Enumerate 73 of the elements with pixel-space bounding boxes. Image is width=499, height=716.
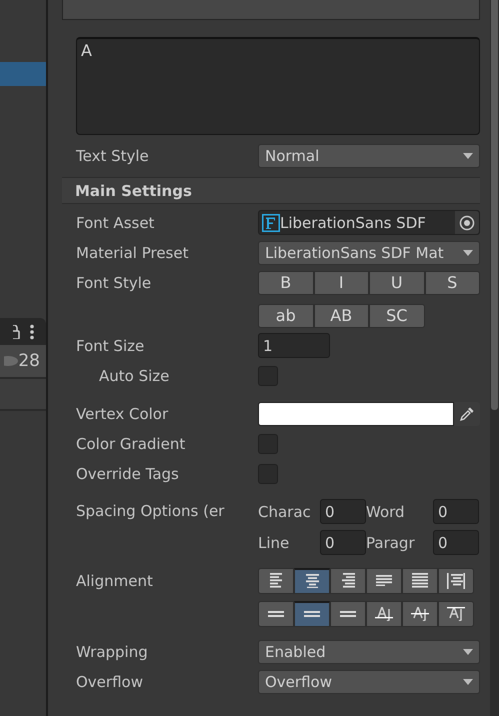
font-style-toggle[interactable]: AB bbox=[314, 304, 369, 328]
field-label: Vertex Color bbox=[76, 404, 170, 422]
alignment-toggle[interactable] bbox=[258, 600, 294, 626]
number-field[interactable]: 0 bbox=[320, 530, 366, 555]
field-label: Font Style bbox=[76, 274, 152, 292]
right-align-icon bbox=[342, 573, 354, 588]
scrollbar-thumb[interactable] bbox=[491, 0, 498, 410]
menu-icon bbox=[30, 324, 34, 340]
field-label: Material Preset bbox=[76, 244, 190, 262]
field-label: Text Style bbox=[76, 146, 150, 164]
alignment-toggle[interactable] bbox=[366, 600, 402, 626]
font-style-toggle[interactable]: B bbox=[258, 270, 314, 294]
field-label: Paragr bbox=[366, 534, 416, 552]
eyedropper-button[interactable] bbox=[454, 402, 480, 426]
alignment-toggle[interactable] bbox=[258, 568, 294, 594]
alignment-toggle[interactable] bbox=[330, 600, 366, 626]
checkbox[interactable] bbox=[258, 464, 278, 484]
font-style-toggle[interactable]: U bbox=[369, 270, 424, 294]
bottom-align-icon bbox=[340, 610, 356, 616]
dropdown[interactable]: LiberationSans SDF Mat bbox=[258, 240, 480, 264]
center-align-icon bbox=[306, 574, 318, 588]
justified-align-icon bbox=[376, 574, 392, 586]
lock-icon bbox=[13, 324, 20, 338]
alignment-toggle[interactable] bbox=[402, 568, 438, 594]
field-label: Font Asset bbox=[76, 214, 156, 232]
field-label: Line bbox=[258, 534, 290, 552]
top-align-icon bbox=[268, 610, 284, 616]
number-field[interactable]: 0 bbox=[433, 530, 479, 555]
middle-align-icon bbox=[304, 611, 320, 617]
field-label: Overflow bbox=[76, 672, 144, 690]
checkbox[interactable] bbox=[258, 434, 278, 454]
font-style-toggle[interactable]: S bbox=[424, 270, 480, 294]
visible-count: 28 bbox=[18, 351, 40, 371]
eyedropper-icon bbox=[460, 406, 474, 420]
field-label: Color Gradient bbox=[76, 434, 186, 452]
section-header: Main Settings bbox=[62, 177, 480, 204]
left-align-icon bbox=[270, 573, 282, 588]
number-field[interactable]: 0 bbox=[320, 499, 366, 524]
dropdown[interactable]: Normal bbox=[258, 144, 480, 168]
alignment-toggle[interactable] bbox=[438, 568, 474, 594]
midline-align-icon bbox=[411, 606, 429, 620]
baseline-align-icon bbox=[375, 606, 393, 620]
font-style-toggle[interactable]: SC bbox=[369, 304, 424, 328]
dropdown[interactable]: Enabled bbox=[258, 640, 480, 664]
alignment-toggle[interactable] bbox=[294, 600, 330, 626]
checkbox[interactable] bbox=[258, 366, 278, 386]
field-label: Word bbox=[366, 502, 406, 520]
alignment-toggle[interactable] bbox=[402, 600, 438, 626]
field-label: Font Size bbox=[76, 336, 146, 354]
font-asset-icon bbox=[262, 214, 280, 232]
field-label: Charac bbox=[258, 502, 312, 520]
number-field[interactable]: 1 bbox=[258, 333, 330, 358]
field-label: Spacing Options (er bbox=[76, 502, 226, 520]
field-label: Auto Size bbox=[98, 366, 170, 384]
number-field[interactable]: 0 bbox=[433, 499, 479, 524]
alignment-toggle[interactable] bbox=[330, 568, 366, 594]
geometry-align-icon bbox=[447, 572, 465, 588]
object-field[interactable]: LiberationSans SDF bbox=[258, 210, 480, 235]
text-input-field[interactable]: A bbox=[76, 37, 480, 135]
field-label: Override Tags bbox=[76, 464, 180, 482]
dropdown[interactable]: Overflow bbox=[258, 670, 480, 694]
alignment-toggle[interactable] bbox=[366, 568, 402, 594]
font-style-toggle[interactable]: ab bbox=[258, 304, 314, 328]
font-style-toggle[interactable]: I bbox=[314, 270, 369, 294]
flush-align-icon bbox=[412, 573, 428, 588]
color-swatch[interactable] bbox=[258, 402, 454, 426]
field-label: Wrapping bbox=[76, 642, 149, 660]
capline-align-icon bbox=[447, 606, 465, 620]
eye-icon bbox=[4, 355, 18, 367]
field-label: Alignment bbox=[76, 572, 154, 590]
alignment-toggle[interactable] bbox=[438, 600, 474, 626]
alignment-toggle[interactable] bbox=[294, 568, 330, 594]
target-icon bbox=[459, 214, 475, 230]
